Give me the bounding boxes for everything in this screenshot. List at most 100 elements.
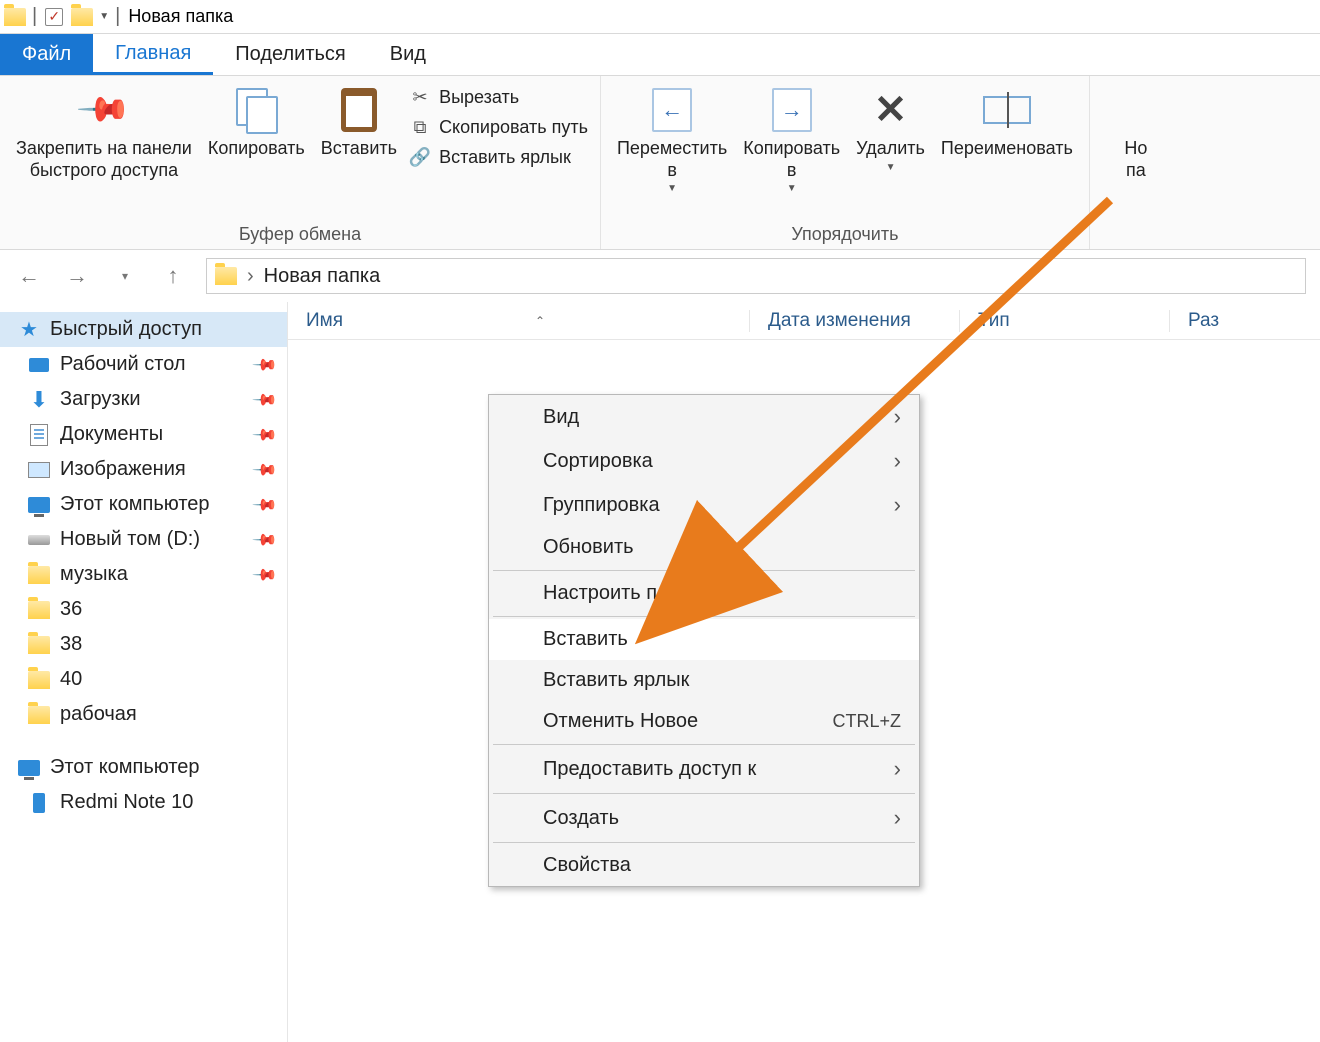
tab-share[interactable]: Поделиться [213,34,367,75]
menu-paste[interactable]: Вставить [489,619,919,660]
group-organize-label: Упорядочить [611,220,1079,247]
column-size[interactable]: Раз [1170,310,1320,332]
paste-icon [335,86,383,134]
folder-icon [28,564,50,586]
chevron-right-icon: › [894,756,901,782]
menu-new-label: Создать [543,807,619,830]
sidebar-item-pictures[interactable]: Изображения📌 [0,452,287,487]
cut-button[interactable]: ✂Вырезать [407,84,590,110]
pc-icon [28,494,50,516]
sidebar-item-label: Новый том (D:) [60,528,200,551]
separator: | [115,5,120,28]
document-icon [28,424,50,446]
ribbon-group-clipboard: 📌 Закрепить на панели быстрого доступа К… [0,76,601,249]
copy-icon [232,86,280,134]
folder-icon [28,634,50,656]
sidebar-item-40[interactable]: 40 [0,662,287,697]
tab-view[interactable]: Вид [368,34,448,75]
pin-icon: 📌 [251,350,279,378]
folder-icon [215,267,237,285]
sidebar-item-label: Рабочий стол [60,353,186,376]
qat-dropdown-icon[interactable]: ▼ [99,11,109,22]
column-date[interactable]: Дата изменения [750,310,960,332]
delete-button[interactable]: ✕ Удалить ▼ [850,82,931,178]
up-button[interactable]: ↑ [158,261,188,291]
sidebar-item-working[interactable]: рабочая [0,697,287,732]
forward-button[interactable]: → [62,261,92,291]
menu-share-access[interactable]: Предоставить доступ к› [489,747,919,791]
column-type[interactable]: Тип [960,310,1170,332]
sidebar-item-label: музыка [60,563,128,586]
ribbon-group-organize: Переместить в ▼ Копировать в ▼ ✕ Удалить… [601,76,1090,249]
chevron-down-icon: ▼ [667,183,677,195]
delete-label: Удалить [856,138,925,160]
chevron-right-icon: › [894,805,901,831]
qat-checkbox-icon[interactable]: ✓ [43,6,65,28]
sidebar-item-38[interactable]: 38 [0,627,287,662]
tab-home[interactable]: Главная [93,34,213,75]
column-name-label: Имя [306,310,343,332]
pictures-icon [28,459,50,481]
chevron-right-icon: › [894,404,901,430]
tab-file[interactable]: Файл [0,34,93,75]
sidebar-item-drive-d[interactable]: Новый том (D:)📌 [0,522,287,557]
sidebar-item-this-pc-root[interactable]: Этот компьютер [0,750,287,785]
new-folder-button[interactable]: Но па [1100,82,1172,185]
menu-undo[interactable]: Отменить НовоеCTRL+Z [489,701,919,742]
cut-label: Вырезать [439,87,519,108]
column-name[interactable]: Имя ⌃ [288,310,750,332]
menu-refresh[interactable]: Обновить [489,527,919,568]
recent-dropdown[interactable]: ▾ [110,261,140,291]
breadcrumb[interactable]: Новая папка [264,265,381,288]
copy-button[interactable]: Копировать [202,82,311,164]
sort-caret-icon: ⌃ [535,314,545,328]
menu-sort[interactable]: Сортировка› [489,439,919,483]
copy-path-button[interactable]: ⧉Скопировать путь [407,114,590,140]
sidebar-item-quick-access[interactable]: ★ Быстрый доступ [0,312,287,347]
sidebar-quick-label: Быстрый доступ [50,318,202,341]
sidebar-this-pc-label: Этот компьютер [50,756,200,779]
menu-properties[interactable]: Свойства [489,845,919,886]
sidebar-item-downloads[interactable]: ⬇Загрузки📌 [0,382,287,417]
menu-customize-folder[interactable]: Настроить папку… [489,573,919,614]
menu-new[interactable]: Создать › [489,796,919,840]
rename-button[interactable]: Переименовать [935,82,1079,164]
menu-group[interactable]: Группировка› [489,483,919,527]
menu-view[interactable]: Вид› [489,395,919,439]
pin-icon: 📌 [251,385,279,413]
menu-customize-label: Настроить папку… [543,582,718,605]
paste-shortcut-button[interactable]: 🔗Вставить ярлык [407,144,590,170]
column-type-label: Тип [978,310,1010,332]
ribbon-tab-row: Файл Главная Поделиться Вид [0,34,1320,76]
new-folder-icon [1112,86,1160,134]
paste-label: Вставить [321,138,397,160]
copy-label: Копировать [208,138,305,160]
sidebar-item-label: Документы [60,423,163,446]
sidebar-item-documents[interactable]: Документы📌 [0,417,287,452]
menu-undo-shortcut: CTRL+Z [832,711,901,732]
group-clipboard-label: Буфер обмена [10,220,590,247]
pin-icon: 📌 [70,76,138,144]
menu-paste-shortcut[interactable]: Вставить ярлык [489,660,919,701]
copy-to-label: Копировать в [743,138,840,181]
back-button[interactable]: ← [14,261,44,291]
sidebar-item-desktop[interactable]: Рабочий стол 📌 [0,347,287,382]
new-folder-label: Но па [1124,138,1147,181]
sidebar-item-label: Этот компьютер [60,493,210,516]
move-icon [648,86,696,134]
sidebar-item-label: рабочая [60,703,137,726]
chevron-right-icon: › [247,265,254,288]
copy-to-button[interactable]: Копировать в ▼ [737,82,846,199]
address-bar[interactable]: › Новая папка [206,258,1306,294]
paste-button[interactable]: Вставить [315,82,403,164]
pin-quickaccess-button[interactable]: 📌 Закрепить на панели быстрого доступа [10,82,198,185]
sidebar-item-thispc[interactable]: Этот компьютер📌 [0,487,287,522]
ribbon-group-new: Но па [1090,76,1182,249]
move-to-button[interactable]: Переместить в ▼ [611,82,733,199]
sidebar-item-music[interactable]: музыка📌 [0,557,287,592]
sidebar-item-36[interactable]: 36 [0,592,287,627]
folder-icon [28,599,50,621]
sidebar-item-phone[interactable]: Redmi Note 10 [0,785,287,820]
sidebar-phone-label: Redmi Note 10 [60,791,193,814]
ribbon: 📌 Закрепить на панели быстрого доступа К… [0,76,1320,250]
